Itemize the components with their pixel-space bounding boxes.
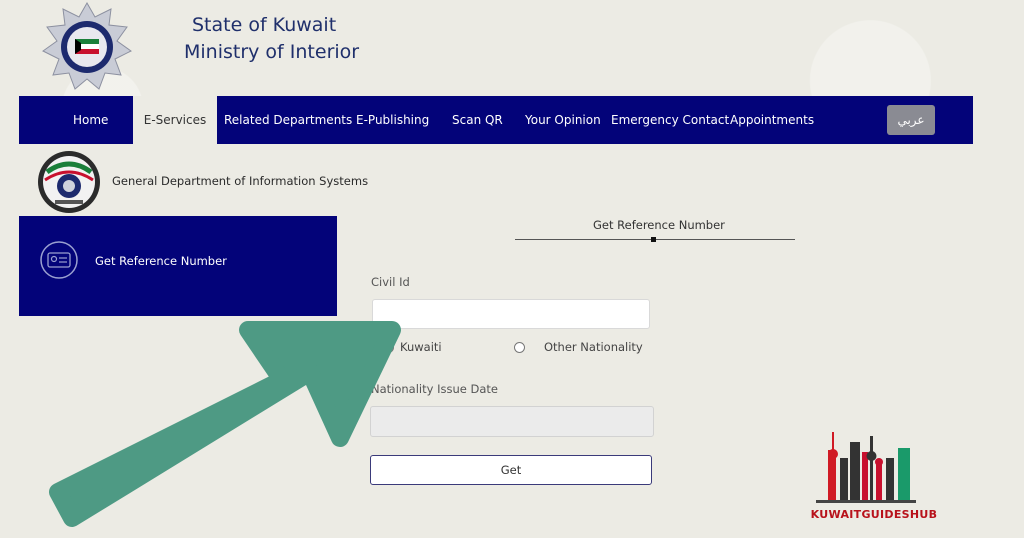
department-name: General Department of Information System… xyxy=(112,174,369,188)
radio-kuwaiti[interactable] xyxy=(383,342,394,353)
watermark-text: KUWAITGUIDESHUB xyxy=(810,508,938,521)
site-title-line2: Ministry of Interior xyxy=(184,41,360,63)
get-button[interactable]: Get xyxy=(370,455,652,485)
radio-other-nationality-label: Other Nationality xyxy=(544,340,643,354)
site-title: State of Kuwait Ministry of Interior xyxy=(184,12,359,66)
nav-scan-qr[interactable]: Scan QR xyxy=(452,96,503,144)
nav-e-publishing[interactable]: E-Publishing xyxy=(356,96,429,144)
nav-your-opinion[interactable]: Your Opinion xyxy=(525,96,601,144)
nationality-issue-date-label: Nationality Issue Date xyxy=(371,382,498,396)
nav-home[interactable]: Home xyxy=(73,96,108,144)
civil-id-input[interactable] xyxy=(372,299,650,329)
kuwait-skyline-icon xyxy=(816,432,916,503)
step-indicator xyxy=(651,237,656,242)
civil-id-label: Civil Id xyxy=(371,275,410,289)
nationality-issue-date-input[interactable] xyxy=(370,406,654,437)
nav-related-departments[interactable]: Related Departments xyxy=(224,96,352,144)
nav-emergency-contact[interactable]: Emergency Contact xyxy=(611,96,729,144)
step-title: Get Reference Number xyxy=(593,218,725,232)
kuwait-police-logo-icon xyxy=(42,2,132,90)
nav-appointments[interactable]: Appointments xyxy=(730,96,814,144)
radio-kuwaiti-label: Kuwaiti xyxy=(400,340,442,354)
language-toggle-button[interactable]: عربي xyxy=(887,105,935,135)
site-header: State of Kuwait Ministry of Interior xyxy=(0,0,1024,96)
sidebar-item-label: Get Reference Number xyxy=(95,254,227,268)
id-card-icon xyxy=(40,241,78,279)
kuwaitguideshub-watermark: KUWAITGUIDESHUB xyxy=(806,428,942,528)
department-logo-icon xyxy=(38,151,100,213)
site-title-line1: State of Kuwait xyxy=(192,14,337,36)
nav-e-services[interactable]: E-Services xyxy=(133,96,217,144)
main-navbar: Home E-Services Related Departments E-Pu… xyxy=(19,96,973,144)
sidebar-item-get-reference-number[interactable]: Get Reference Number xyxy=(19,216,337,316)
radio-other-nationality[interactable] xyxy=(514,342,525,353)
